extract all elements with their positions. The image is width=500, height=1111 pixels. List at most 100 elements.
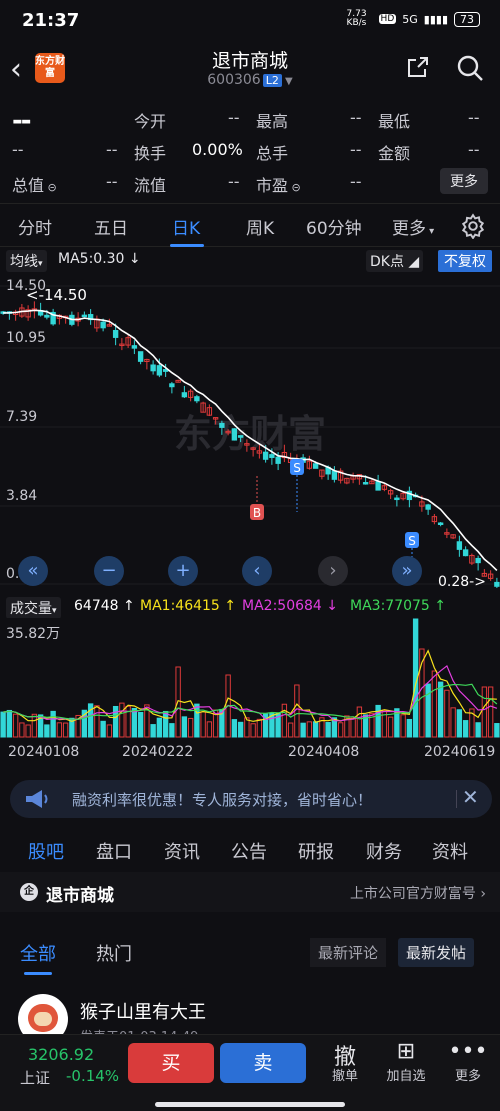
candle-body	[219, 422, 225, 428]
kline-chart[interactable]: 东方财富 14.5010.957.393.840.28<-14.500.28->…	[0, 272, 500, 594]
candle-body	[362, 482, 369, 485]
volume-chart[interactable]: 35.82万	[0, 618, 500, 738]
battery-icon: 73	[454, 11, 480, 27]
tab-indicator	[170, 244, 204, 247]
quote-label-high: 最高	[256, 112, 289, 131]
candle-body	[150, 364, 156, 372]
sell-button[interactable]: 卖	[220, 1043, 306, 1083]
candle-body	[81, 314, 88, 318]
y-tick-label: 3.84	[6, 488, 37, 504]
index-name: 上证	[20, 1069, 51, 1087]
sort-latest-comment[interactable]: 最新评论	[310, 938, 387, 967]
add-square-icon: ⊞	[396, 1039, 416, 1064]
candle-body	[181, 392, 188, 398]
post-username[interactable]: 猴子山里有大王	[80, 998, 206, 1024]
candle-body	[275, 456, 281, 464]
tab-more[interactable]: 更多 ▾	[392, 214, 434, 239]
tab-order-book[interactable]: 盘口	[96, 838, 132, 864]
signal-icon: ▮▮▮▮	[423, 12, 448, 26]
guba-header[interactable]: 企 退市商城 上市公司官方财富号 ›	[0, 872, 500, 912]
zoom-out-button[interactable]: −	[94, 556, 124, 586]
tab-daily-k[interactable]: 日K	[172, 214, 200, 239]
ma-type-select[interactable]: 均线▾	[6, 250, 47, 272]
monkey-face-icon	[34, 1012, 52, 1026]
quote-change-pct: --	[106, 140, 118, 159]
volume-value: 64748 ↑	[74, 598, 135, 614]
chart-toolbar: 均线▾ MA5:0.30 ↓ DK点 ◢ 不复权	[0, 248, 500, 272]
high-price-label: <-14.50	[26, 286, 87, 304]
quote-label-total-value: 总值 ⊝	[12, 176, 57, 195]
volume-header: 成交量▾ 64748 ↑ MA1:46415 ↑ MA2:50684 ↓ MA3…	[0, 596, 500, 619]
quote-value-high: --	[350, 108, 362, 127]
net-speed: 7.73 KB/s	[346, 9, 367, 28]
period-tabs: 分时 五日 日K 周K 60分钟 更多 ▾	[0, 203, 500, 247]
index-value[interactable]: 3206.92	[28, 1045, 94, 1064]
quote-label-open: 今开	[134, 112, 167, 131]
stock-code: 600306	[207, 72, 261, 88]
tab-guba[interactable]: 股吧	[28, 838, 64, 864]
status-bar: 21:37 7.73 KB/s HD 5G ▮▮▮▮ 73	[0, 0, 500, 40]
tab-research[interactable]: 研报	[298, 838, 334, 864]
tab-weekly-k[interactable]: 周K	[246, 214, 274, 239]
promo-text: 融资利率很优惠！专人服务对接，省时省心！	[72, 791, 373, 809]
promo-banner[interactable]: 融资利率很优惠！专人服务对接，省时省心！ ✕	[10, 780, 492, 818]
official-account-link[interactable]: 上市公司官方财富号 ›	[350, 883, 486, 903]
candle-body	[331, 470, 338, 480]
scroll-right-fast-button[interactable]: »	[392, 556, 422, 586]
tab-five-day[interactable]: 五日	[94, 214, 128, 239]
quote-value-volume: --	[350, 140, 362, 159]
candle-body	[169, 383, 175, 388]
tab-finance[interactable]: 财务	[366, 838, 402, 864]
home-indicator	[155, 1102, 345, 1107]
volume-bar	[456, 709, 463, 738]
sort-latest-post[interactable]: 最新发帖	[398, 938, 475, 967]
scroll-left-fast-button[interactable]: «	[18, 556, 48, 586]
feed-tabs: 全部 热门 最新评论 最新发帖	[0, 930, 500, 976]
volume-bar	[6, 709, 13, 738]
volume-bar	[325, 722, 331, 738]
settings-icon[interactable]	[460, 213, 486, 239]
tab-news[interactable]: 资讯	[164, 838, 200, 864]
post-item[interactable]: 猴子山里有大王 发表于01-03 14:49	[0, 990, 500, 1045]
more-actions-button[interactable]: ••• 更多	[438, 1039, 498, 1084]
tab-announcements[interactable]: 公告	[231, 838, 267, 864]
share-icon[interactable]	[406, 55, 430, 79]
close-icon[interactable]: ✕	[462, 785, 479, 809]
volume-bar	[312, 721, 319, 738]
dk-point-button[interactable]: DK点 ◢	[366, 250, 424, 272]
volume-indicator-select[interactable]: 成交量▾	[6, 597, 61, 619]
cancel-order-button[interactable]: 撤 撤单	[315, 1039, 375, 1084]
cancel-order-label: 撤单	[331, 1069, 358, 1084]
volume-ma2: MA2:50684 ↓	[242, 598, 339, 614]
buy-button[interactable]: 买	[128, 1043, 214, 1083]
info-tabs: 股吧 盘口 资讯 公告 研报 财务 资料	[0, 830, 500, 870]
feed-tab-all[interactable]: 全部	[20, 940, 56, 966]
quote-value-float-value: --	[228, 172, 240, 191]
trade-marker-label: S	[408, 534, 416, 548]
chevron-down-icon: ▼	[281, 76, 293, 87]
date-axis: 20240108 20240222 20240408 20240619	[0, 744, 500, 764]
tab-intraday[interactable]: 分时	[18, 214, 52, 239]
tab-profile[interactable]: 资料	[432, 838, 468, 864]
zoom-in-button[interactable]: +	[168, 556, 198, 586]
add-watchlist-button[interactable]: ⊞ 加自选	[376, 1039, 436, 1084]
trade-marker-label: B	[253, 506, 261, 520]
quote-more-button[interactable]: 更多	[440, 168, 488, 194]
feed-tab-hot[interactable]: 热门	[96, 940, 132, 966]
volume-bar	[437, 681, 444, 738]
date-label: 20240108	[8, 744, 80, 760]
chart-nav: « − + ‹ › »	[0, 556, 500, 590]
adjust-button[interactable]: 不复权	[438, 250, 492, 272]
status-icons: 7.73 KB/s HD 5G ▮▮▮▮ 73	[347, 10, 480, 28]
candle-body	[112, 329, 119, 338]
scroll-left-button[interactable]: ‹	[242, 556, 272, 586]
candle-body	[375, 481, 381, 491]
more-dots-icon: •••	[448, 1039, 488, 1064]
date-label: 20240222	[122, 744, 194, 760]
scroll-right-button[interactable]: ›	[318, 556, 348, 586]
tab-60min[interactable]: 60分钟	[306, 214, 362, 239]
search-icon[interactable]	[456, 54, 484, 82]
trade-marker-label: S	[293, 461, 301, 475]
candle-body	[131, 345, 138, 349]
candle-body	[194, 396, 200, 402]
